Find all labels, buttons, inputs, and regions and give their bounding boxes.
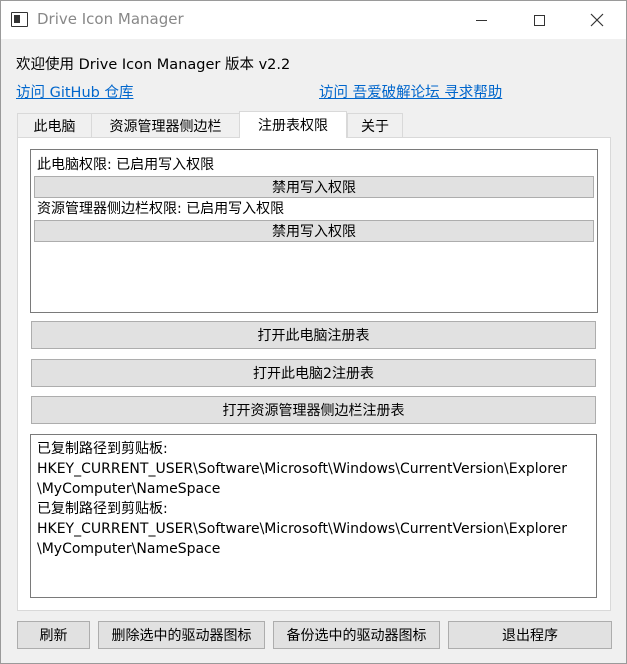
tab-this-pc[interactable]: 此电脑 (17, 113, 91, 138)
log-line: \MyComputer\NameSpace (37, 541, 221, 557)
tab-about[interactable]: 关于 (347, 113, 403, 138)
app-window: Drive Icon Manager 欢迎使用 Drive Icon Manag… (0, 0, 627, 664)
window-app-icon (11, 12, 28, 27)
this-pc-disable-write-button[interactable]: 禁用写入权限 (34, 176, 594, 198)
minimize-button[interactable] (452, 1, 510, 39)
window-title: Drive Icon Manager (37, 10, 184, 28)
tab-bar: 此电脑 资源管理器侧边栏 注册表权限 关于 (17, 111, 403, 138)
refresh-button[interactable]: 刷新 (17, 621, 90, 649)
maximize-icon (533, 14, 545, 26)
backup-selected-icon-button[interactable]: 备份选中的驱动器图标 (273, 621, 440, 649)
close-icon (590, 13, 604, 27)
open-this-pc-registry-button[interactable]: 打开此电脑注册表 (31, 321, 596, 349)
github-link[interactable]: 访问 GitHub 仓库 (16, 81, 133, 102)
this-pc-permission-status: 此电脑权限: 已启用写入权限 (37, 157, 215, 173)
log-line: 已复制路径到剪贴板: (37, 501, 168, 517)
exit-button[interactable]: 退出程序 (448, 621, 612, 649)
tab-registry-permissions[interactable]: 注册表权限 (239, 111, 347, 138)
maximize-button[interactable] (510, 1, 568, 39)
permissions-group: 此电脑权限: 已启用写入权限 禁用写入权限 资源管理器侧边栏权限: 已启用写入权… (30, 149, 598, 313)
sidebar-permission-status: 资源管理器侧边栏权限: 已启用写入权限 (37, 201, 285, 217)
tab-explorer-sidebar[interactable]: 资源管理器侧边栏 (91, 113, 239, 138)
log-line: HKEY_CURRENT_USER\Software\Microsoft\Win… (37, 521, 568, 537)
forum-link[interactable]: 访问 吾爱破解论坛 寻求帮助 (319, 81, 502, 102)
log-output[interactable]: 已复制路径到剪贴板: HKEY_CURRENT_USER\Software\Mi… (30, 434, 597, 598)
sidebar-disable-write-button[interactable]: 禁用写入权限 (34, 220, 594, 242)
log-line: \MyComputer\NameSpace (37, 481, 221, 497)
registry-permissions-panel: 此电脑权限: 已启用写入权限 禁用写入权限 资源管理器侧边栏权限: 已启用写入权… (17, 137, 611, 611)
title-bar[interactable]: Drive Icon Manager (1, 1, 626, 39)
close-button[interactable] (568, 1, 626, 39)
log-line: 已复制路径到剪贴板: (37, 441, 168, 457)
welcome-text: 欢迎使用 Drive Icon Manager 版本 v2.2 (16, 57, 291, 73)
open-this-pc2-registry-button[interactable]: 打开此电脑2注册表 (31, 359, 596, 387)
log-line: HKEY_CURRENT_USER\Software\Microsoft\Win… (37, 461, 568, 477)
delete-selected-icon-button[interactable]: 删除选中的驱动器图标 (98, 621, 265, 649)
open-sidebar-registry-button[interactable]: 打开资源管理器侧边栏注册表 (31, 396, 596, 424)
minimize-icon (475, 19, 487, 21)
